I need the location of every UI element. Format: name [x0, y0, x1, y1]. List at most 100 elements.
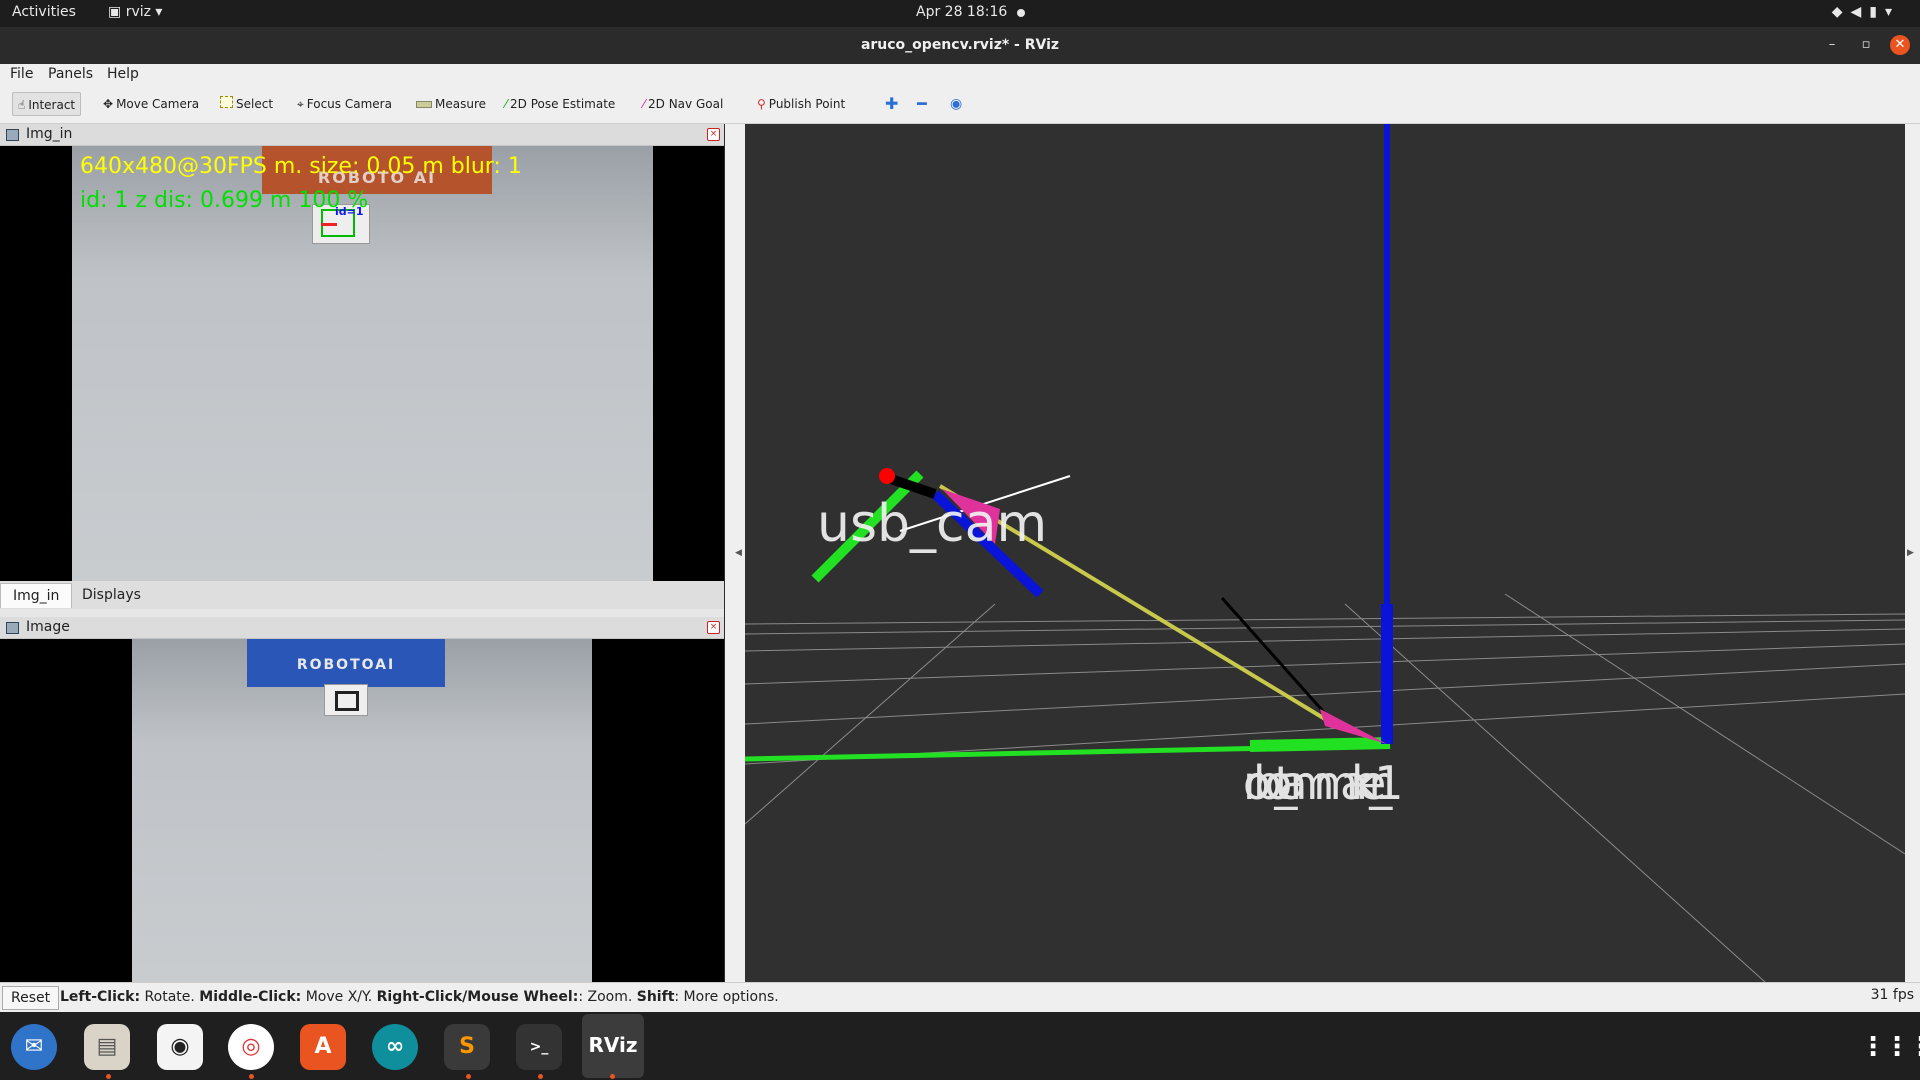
- hint-text: : More options.: [674, 989, 779, 1005]
- app-menu-label: rviz: [125, 4, 151, 20]
- window-title-bar[interactable]: aruco_opencv.rviz* - RViz – ▫ ✕: [0, 27, 1920, 64]
- eye-icon: ◉: [950, 96, 963, 112]
- focus-camera-label: Focus Camera: [306, 97, 392, 111]
- hint-shift: Shift: [636, 989, 675, 1005]
- activities-button[interactable]: Activities: [12, 4, 76, 20]
- rhythmbox-app-icon[interactable]: ◉: [157, 1024, 203, 1070]
- robot-box-label: ROBOTOAI: [296, 657, 396, 673]
- publish-point-tool-button[interactable]: ⚲ Publish Point: [752, 92, 850, 116]
- app-menu[interactable]: ▣ rviz ▾: [108, 4, 162, 20]
- crosshair-icon: ⌖: [297, 97, 304, 111]
- rviz-small-icon: ▣: [108, 4, 126, 20]
- collapse-left-icon[interactable]: ◀: [735, 548, 742, 558]
- img-in-panel-title: Img_in: [26, 126, 73, 142]
- add-tool-button[interactable]: ✚: [880, 92, 903, 116]
- system-top-bar: Activities ▣ rviz ▾ Apr 28 18:16 ◆◀▮▾: [0, 0, 1920, 27]
- frame-label-usb-cam: usb_cam: [817, 494, 1048, 554]
- close-window-button[interactable]: ✕: [1890, 35, 1910, 55]
- image-panel-header[interactable]: Image ×: [0, 617, 724, 639]
- chevron-down-icon: ▾: [1884, 4, 1900, 20]
- chrome-app-icon[interactable]: ◎: [228, 1024, 274, 1070]
- reset-button[interactable]: Reset: [2, 986, 60, 1010]
- system-tray[interactable]: ◆◀▮▾: [1832, 4, 1900, 20]
- close-panel-icon[interactable]: ×: [707, 621, 720, 634]
- hand-icon: ☝: [18, 98, 26, 112]
- status-hint: Left-Click: Rotate. Middle-Click: Move X…: [60, 989, 779, 1005]
- select-box-icon: [220, 96, 233, 108]
- black-axis: [1220, 597, 1332, 720]
- hint-right-click: Right-Click/Mouse Wheel:: [376, 989, 579, 1005]
- img-in-panel-header[interactable]: Img_in ×: [0, 124, 724, 146]
- software-center-app-icon[interactable]: A: [300, 1024, 346, 1070]
- frame-label-markers: robot_arm marker_1: [1243, 756, 1403, 810]
- rviz-app-icon[interactable]: RViz: [582, 1014, 644, 1078]
- publish-point-label: Publish Point: [768, 97, 846, 111]
- overlay-text-line2: id: 1 z dis: 0.699 m 100 %: [80, 188, 369, 213]
- running-indicator: [106, 1074, 111, 1079]
- show-apps-grid-icon[interactable]: ⋮⋮⋮: [1860, 1024, 1920, 1070]
- measure-tool-button[interactable]: Measure: [411, 92, 491, 116]
- image-viewport[interactable]: ROBOTOAI: [0, 639, 724, 982]
- status-bar: Reset Left-Click: Rotate. Middle-Click: …: [0, 982, 1920, 1013]
- marker-x-axis: [321, 223, 337, 226]
- pose-estimate-tool-button[interactable]: ⁄ 2D Pose Estimate: [500, 92, 620, 116]
- pose-estimate-label: 2D Pose Estimate: [510, 97, 616, 111]
- tab-displays[interactable]: Displays: [70, 583, 153, 607]
- minus-icon: ━: [917, 94, 927, 113]
- ruler-icon: [416, 101, 432, 108]
- move-icon: ✥: [103, 97, 114, 111]
- arduino-app-icon[interactable]: ∞: [372, 1024, 418, 1070]
- hint-text: : Zoom.: [578, 989, 637, 1005]
- interact-tool-button[interactable]: ☝ Interact: [12, 92, 82, 116]
- nav-goal-label: 2D Nav Goal: [648, 97, 724, 111]
- panel-splitter[interactable]: [0, 609, 724, 617]
- thunderbird-app-icon[interactable]: ✉: [11, 1024, 57, 1070]
- panel-tab-bar: Img_in Displays: [0, 581, 724, 609]
- sublime-text-app-icon[interactable]: S: [444, 1024, 490, 1070]
- hint-text: Rotate.: [140, 989, 200, 1005]
- menu-panels[interactable]: Panels: [48, 66, 93, 82]
- remove-tool-button[interactable]: ━: [912, 92, 932, 116]
- hint-text: Move X/Y.: [301, 989, 377, 1005]
- focus-camera-tool-button[interactable]: ⌖ Focus Camera: [292, 92, 397, 116]
- running-indicator: [538, 1074, 543, 1079]
- main-splitter[interactable]: ◀: [725, 124, 745, 982]
- nav-goal-tool-button[interactable]: ⁄ 2D Nav Goal: [638, 92, 728, 116]
- menu-bar: File Panels Help: [0, 64, 1920, 86]
- select-tool-button[interactable]: Select: [215, 92, 278, 116]
- files-app-icon[interactable]: ▤: [84, 1024, 130, 1070]
- move-camera-tool-button[interactable]: ✥ Move Camera: [98, 92, 204, 116]
- running-indicator: [466, 1074, 471, 1079]
- clock[interactable]: Apr 28 18:16: [916, 4, 1007, 20]
- right-splitter[interactable]: ▶: [1905, 124, 1920, 982]
- hint-middle-click: Middle-Click:: [199, 989, 302, 1005]
- hint-left-click: Left-Click:: [60, 989, 141, 1005]
- marker-x-axis: [1249, 737, 1391, 752]
- battery-icon: ▮: [1869, 4, 1885, 20]
- fps-counter: 31 fps: [1870, 987, 1914, 1003]
- wifi-icon: ◆: [1831, 4, 1851, 20]
- terminal-app-icon[interactable]: >_: [516, 1024, 562, 1070]
- img-in-viewport[interactable]: ROBOTO AI id=1 640x480@30FPS m. size: 0.…: [0, 146, 724, 581]
- collapse-right-icon[interactable]: ▶: [1907, 548, 1914, 558]
- x-axis-long: [744, 744, 1326, 762]
- dock: ✉ ▤ ◉ ◎ A ∞ S >_ RViz ⋮⋮⋮: [0, 1012, 1920, 1080]
- select-label: Select: [236, 97, 274, 111]
- menu-file[interactable]: File: [10, 66, 33, 82]
- minimize-button[interactable]: –: [1822, 35, 1842, 55]
- pink-arrow-icon: ⁄: [643, 97, 646, 111]
- menu-help[interactable]: Help: [107, 66, 139, 82]
- move-camera-label: Move Camera: [116, 97, 200, 111]
- running-indicator: [249, 1074, 254, 1079]
- window-title: aruco_opencv.rviz* - RViz: [860, 37, 1060, 53]
- view-options-button[interactable]: ◉: [945, 92, 967, 116]
- close-panel-icon[interactable]: ×: [707, 128, 720, 141]
- tab-img-in[interactable]: Img_in: [0, 583, 73, 608]
- 3d-view[interactable]: usb_cam robot_arm marker_1: [744, 124, 1906, 983]
- panel-icon: [6, 622, 19, 634]
- interact-label: Interact: [28, 98, 76, 112]
- plus-icon: ✚: [885, 94, 899, 113]
- maximize-button[interactable]: ▫: [1856, 35, 1876, 55]
- overlay-text-line1: 640x480@30FPS m. size: 0.05 m blur: 1: [80, 154, 522, 179]
